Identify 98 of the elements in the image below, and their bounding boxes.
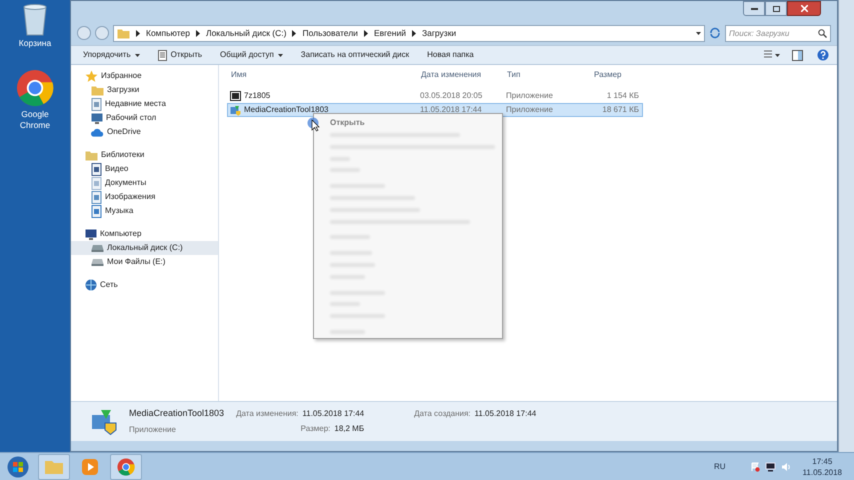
close-icon [800,5,808,12]
windows-logo-icon [7,456,29,478]
detail-value: 18,2 МБ [334,423,364,435]
detail-value: 11.05.2018 17:44 [474,408,536,420]
table-cell-text: 1 154 КБ [606,90,639,102]
document-icon [91,190,102,204]
nav-item[interactable]: OneDrive [71,125,218,139]
desktop-icon-label[interactable]: Google Chrome [10,109,60,131]
folder-icon [85,150,98,160]
maximize-button[interactable] [765,1,787,16]
nav-item[interactable]: Сеть [71,278,218,292]
file-name: MediaCreationTool1803 [244,104,328,116]
detail-label: Размер: [300,423,330,435]
chevron-icon [196,30,200,36]
toolbar-button[interactable]: Упорядочить [79,47,144,63]
chevron-icon [364,30,368,36]
folder-icon [44,458,64,474]
column-header[interactable]: Тип [503,69,590,81]
breadcrumb-item[interactable]: Загрузки [422,26,456,40]
document-icon [91,204,102,218]
cloud-icon [91,128,104,136]
toolbar-button[interactable]: Общий доступ [216,47,287,63]
taskbar-app[interactable] [110,454,142,480]
installer-icon [230,104,241,116]
nav-item[interactable]: Недавние места [71,97,218,111]
nav-item[interactable]: Рабочий стол [71,111,218,125]
caret-icon [696,32,701,34]
star-icon [85,70,98,82]
breadcrumb-item[interactable]: Компьютер [146,26,190,40]
minimize-button[interactable] [743,1,765,16]
nav-item[interactable]: Видео [71,162,218,176]
file-name: MediaCreationTool1803 [129,407,224,420]
chevron-icon [136,30,140,36]
table-cell-text: 18 671 КБ [601,104,639,116]
chrome-icon [117,458,135,476]
chrome-icon [16,69,54,107]
file-row[interactable]: 7z1805 03.05.2018 20:05 Приложение 1 154 КБ [227,89,643,103]
nav-item[interactable]: Библиотеки [71,148,218,162]
drive-icon [91,258,104,266]
menu-item[interactable]: Открыть [330,117,502,129]
archive-icon [230,91,241,101]
nav-item[interactable]: Музыка [71,204,218,218]
nav-item[interactable]: Локальный диск (C:) [71,241,218,255]
help-icon[interactable] [817,49,829,61]
nav-item[interactable]: Изображения [71,190,218,204]
document-icon [91,162,102,176]
breadcrumb-item[interactable]: Локальный диск (C:) [206,26,286,40]
column-header[interactable]: Имя [227,69,417,81]
monitor-icon [91,112,103,124]
detail-label: Дата изменения: [236,408,298,420]
caret-icon [278,54,283,56]
toolbar-button[interactable]: Открыть [154,47,206,63]
clock-time[interactable]: 17:45 [812,456,832,466]
file-name: 7z1805 [244,90,270,102]
document-icon [91,98,102,110]
flag-icon[interactable] [750,462,760,472]
chevron-icon [292,30,296,36]
toolbar-button[interactable]: Записать на оптический диск [296,47,414,63]
toolbar-button[interactable]: Новая папка [423,47,478,63]
column-header[interactable]: Дата изменения [417,69,503,81]
nav-item[interactable]: Компьютер [71,227,218,241]
globe-icon [85,279,97,291]
detail-value: 11.05.2018 17:44 [302,408,364,420]
preview-pane-icon[interactable] [792,50,803,60]
clock-date[interactable]: 11.05.2018 [802,466,842,478]
document-icon [91,176,102,190]
monitor-icon [85,228,97,240]
search-icon [818,28,827,38]
table-cell-text: 11.05.2018 17:44 [419,104,483,116]
file-type: Приложение [129,424,177,436]
drive-icon [91,244,104,252]
language-indicator[interactable]: RU [714,460,726,472]
view-icon[interactable] [764,50,780,60]
installer-icon [91,408,117,434]
nav-item[interactable]: Мои Файлы (E:) [71,255,218,269]
nav-item[interactable]: Документы [71,176,218,190]
column-header[interactable]: Размер [590,69,642,81]
folder-icon [91,84,104,96]
table-cell-text: 03.05.2018 20:05 [419,90,484,102]
trash-icon[interactable] [22,4,48,36]
address-bar[interactable]: Компьютер Локальный диск (C:) Пользователи Евгений Загрузки [113,24,705,42]
breadcrumb-item[interactable]: Пользователи [302,26,358,40]
table-cell-text: Приложение [505,90,554,102]
refresh-icon[interactable] [709,27,721,39]
network-icon[interactable] [764,462,776,472]
desktop-icon-label[interactable]: Корзина [10,38,60,49]
table-cell-text: Приложение [505,104,554,116]
breadcrumb-item[interactable]: Евгений [374,26,406,40]
document-icon [158,50,167,60]
detail-label: Дата создания: [414,408,471,420]
close-button[interactable] [787,1,821,16]
search-field[interactable]: Поиск: Загрузки [725,24,831,42]
chevron-icon [412,30,416,36]
nav-item[interactable]: Избранное [71,69,218,83]
nav-item[interactable]: Загрузки [71,83,218,97]
caret-icon [134,54,140,56]
folder-icon [117,28,130,38]
play-icon [81,458,99,476]
